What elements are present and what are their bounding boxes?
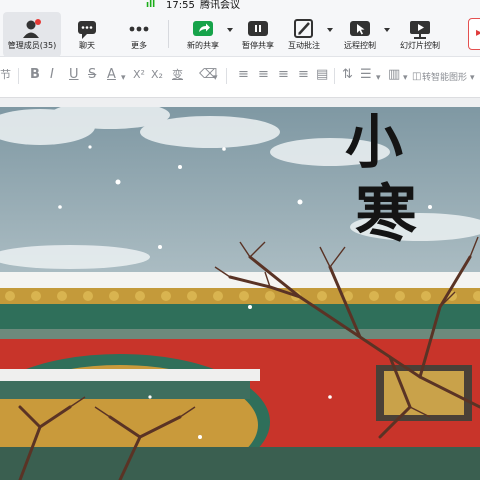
status-bar: ıll 17:55 腾讯会议 <box>0 0 480 12</box>
gate-snow-ledge <box>0 369 260 381</box>
justify-icon[interactable]: ≡ <box>298 67 309 83</box>
columns-icon[interactable]: ▥ <box>388 67 400 83</box>
ribbon-separator <box>334 68 335 84</box>
app-title: 腾讯会议 <box>200 0 240 11</box>
annotate-label: 互动批注 <box>288 41 320 50</box>
slide-illustration: 小 寒 <box>0 107 480 480</box>
slide-title-char-1: 小 <box>345 108 403 176</box>
align-right-icon[interactable]: ≡ <box>278 67 289 83</box>
editor-gutter <box>0 98 480 107</box>
superscript-button[interactable]: X² <box>133 67 145 83</box>
bold-button[interactable]: B <box>30 67 40 83</box>
pause-share-label: 暂停共享 <box>242 41 274 50</box>
meeting-toolbar: 管理成员(35) 聊天 更多 新的共享 暂停共享 互动批注 远程控制 幻灯片控制… <box>0 12 480 57</box>
roof-lower-band <box>0 329 480 339</box>
more-button[interactable]: 更多 <box>120 12 158 57</box>
roof-green-band <box>0 304 480 332</box>
smart-graphic-icon[interactable]: ◫ <box>412 69 421 85</box>
section-label: 节 <box>0 68 11 81</box>
annotate-icon <box>292 18 316 40</box>
slideshow-control-button[interactable]: 幻灯片控制 <box>396 12 444 57</box>
meeting-window: ıll 17:55 腾讯会议 管理成员(35) 聊天 更多 新的共享 暂停共享 … <box>0 0 480 480</box>
slide-title-char-2: 寒 <box>355 177 417 250</box>
ribbon-separator <box>18 68 19 84</box>
members-icon <box>20 18 44 40</box>
end-meeting-button[interactable]: ▸ <box>468 18 480 50</box>
phonetic-guide-button[interactable]: 变 <box>172 67 183 83</box>
remote-control-button[interactable]: 远程控制 <box>338 12 382 57</box>
slideshow-icon <box>408 18 432 40</box>
more-label: 更多 <box>131 41 147 50</box>
pause-icon <box>246 18 270 40</box>
manage-members-label: 管理成员(35) <box>7 41 57 50</box>
spacing-dropdown-icon[interactable]: ▾ <box>376 70 381 86</box>
slideshow-control-label: 幻灯片控制 <box>400 41 440 50</box>
chat-icon <box>75 18 99 40</box>
italic-button[interactable]: I <box>50 67 54 83</box>
strikethrough-button[interactable]: S <box>88 67 96 83</box>
align-center-icon[interactable]: ≡ <box>258 67 269 83</box>
end-meeting-icon: ▸ <box>476 25 480 39</box>
distributed-align-icon[interactable]: ▤ <box>316 67 328 83</box>
ground <box>0 447 480 480</box>
remote-control-dropdown[interactable] <box>384 28 390 32</box>
pause-share-button[interactable]: 暂停共享 <box>238 12 278 57</box>
toolbar-divider <box>168 20 169 48</box>
gate-inner-roof <box>0 381 250 399</box>
document-ribbon: 节 B I U S A ▾ X² X₂ 变 ⌫ ▾ ≡ ≡ ≡ ≡ ▤ ⇅ ☰ … <box>0 58 480 98</box>
font-color-button[interactable]: A <box>107 67 116 83</box>
signal-icon: ıll <box>146 0 156 10</box>
more-icon <box>127 18 151 40</box>
align-left-icon[interactable]: ≡ <box>238 67 249 83</box>
new-share-button[interactable]: 新的共享 <box>182 12 224 57</box>
manage-members-button[interactable]: 管理成员(35) <box>3 12 61 57</box>
annotate-dropdown[interactable] <box>327 28 333 32</box>
smart-graphic-dropdown-icon[interactable]: ▾ <box>470 70 475 86</box>
columns-dropdown-icon[interactable]: ▾ <box>403 70 408 86</box>
new-share-label: 新的共享 <box>187 41 219 50</box>
clock: 17:55 <box>166 0 195 11</box>
line-spacing-icon[interactable]: ⇅ <box>342 67 353 83</box>
new-share-dropdown[interactable] <box>227 28 233 32</box>
highlight-dropdown-icon[interactable]: ▾ <box>213 70 218 86</box>
remote-control-icon <box>348 18 372 40</box>
underline-button[interactable]: U <box>69 67 79 83</box>
chat-button[interactable]: 聊天 <box>70 12 104 57</box>
share-icon <box>191 18 215 40</box>
paragraph-spacing-icon[interactable]: ☰ <box>360 67 372 83</box>
chat-label: 聊天 <box>79 41 95 50</box>
shared-slide: 小 寒 <box>0 107 480 480</box>
ribbon-separator <box>226 68 227 84</box>
font-color-dropdown-icon[interactable]: ▾ <box>121 70 126 86</box>
subscript-button[interactable]: X₂ <box>151 67 163 83</box>
annotate-button[interactable]: 互动批注 <box>284 12 324 57</box>
smart-graphic-button[interactable]: 转智能图形 <box>422 70 467 86</box>
remote-control-label: 远程控制 <box>344 41 376 50</box>
